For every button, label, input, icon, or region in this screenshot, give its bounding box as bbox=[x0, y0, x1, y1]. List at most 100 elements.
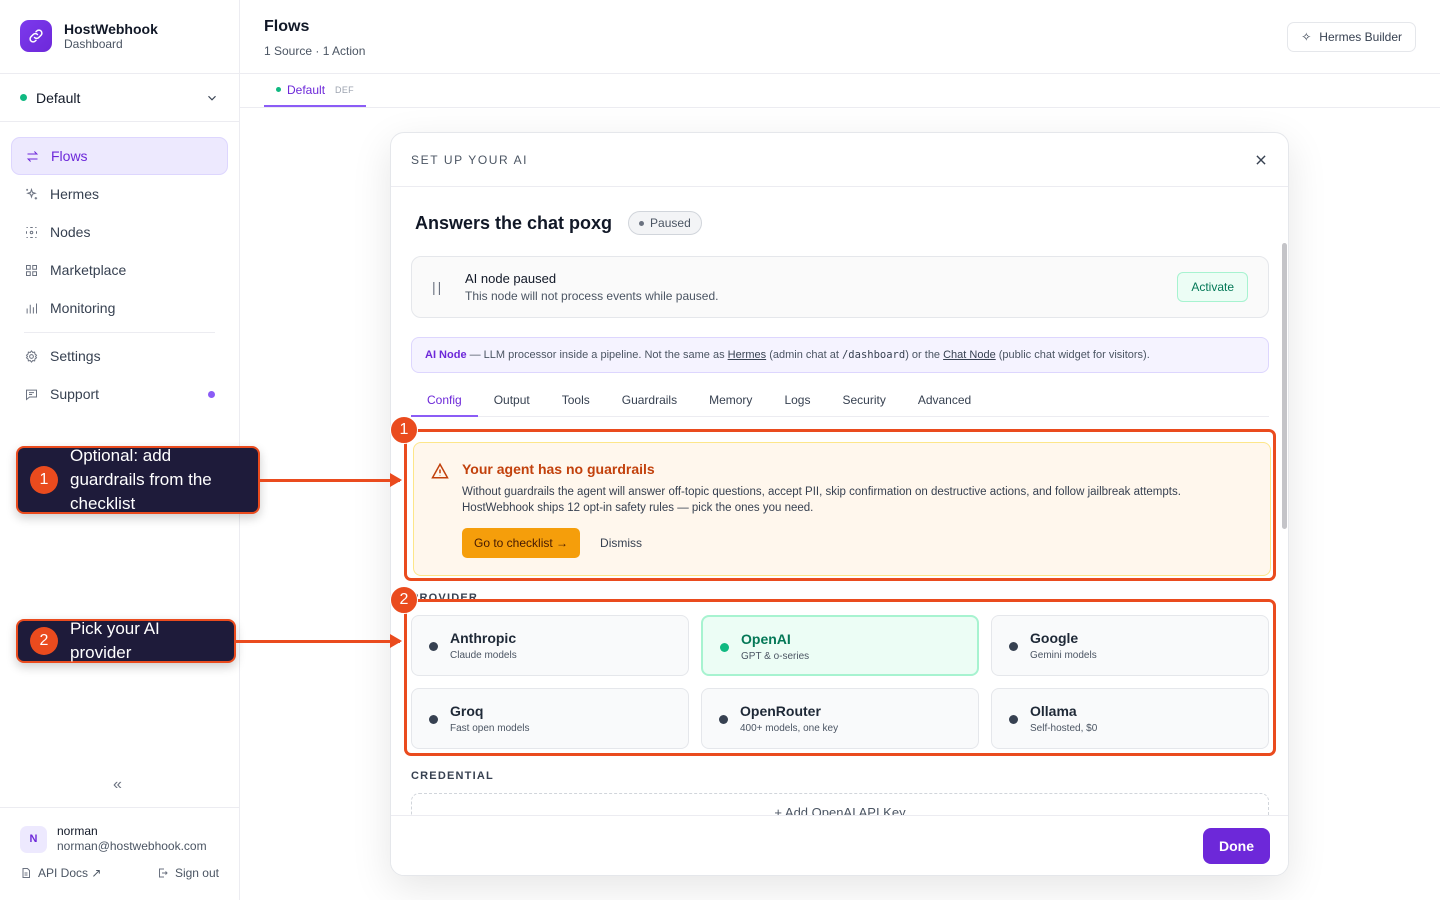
user-name: norman bbox=[57, 824, 98, 838]
info-lead: AI Node bbox=[425, 349, 467, 361]
tab-logs[interactable]: Logs bbox=[768, 385, 826, 417]
status-dot bbox=[639, 220, 645, 226]
flow-tab-badge: DEF bbox=[335, 84, 354, 95]
node-name: Answers the chat poxg bbox=[415, 212, 613, 233]
sidebar-item-label: Monitoring bbox=[50, 300, 116, 316]
paused-card: || AI node paused This node will not pro… bbox=[411, 256, 1269, 318]
sidebar-item-settings[interactable]: Settings bbox=[11, 337, 228, 375]
workspace-selector[interactable]: Default bbox=[0, 73, 239, 122]
arrow-to-guardrails bbox=[260, 473, 402, 487]
user-email: norman@hostwebhook.com bbox=[57, 839, 207, 853]
info-text: — LLM processor inside a pipeline. Not t… bbox=[466, 349, 728, 361]
nav-divider bbox=[24, 332, 215, 333]
sidebar-item-label: Nodes bbox=[50, 224, 91, 240]
flow-status-dot bbox=[276, 87, 281, 92]
modal-header: SET UP YOUR AI bbox=[391, 133, 1288, 187]
dashboard-path: /dashboard bbox=[841, 349, 906, 361]
paused-title: AI node paused bbox=[465, 271, 557, 286]
ai-node-info: AI Node — LLM processor inside a pipelin… bbox=[411, 337, 1269, 373]
avatar[interactable]: N bbox=[20, 825, 47, 853]
sidebar-item-label: Support bbox=[50, 386, 100, 402]
close-icon[interactable] bbox=[1254, 153, 1268, 167]
callout-text: Pick your AI provider bbox=[70, 619, 160, 662]
config-tabs: Config Output Tools Guardrails Memory Lo… bbox=[411, 385, 1269, 417]
sidebar-item-label: Settings bbox=[50, 348, 101, 364]
annotation-marker-2: 2 bbox=[390, 586, 418, 614]
hermes-builder-label: Hermes Builder bbox=[1319, 30, 1402, 44]
chevron-down-icon bbox=[208, 95, 216, 101]
highlight-box-2 bbox=[404, 599, 1276, 756]
callout-guardrails: 1 Optional: add guardrails from the chec… bbox=[16, 446, 260, 514]
flow-tab-label: Default bbox=[287, 82, 326, 97]
sparkles-icon bbox=[26, 187, 38, 199]
sidebar-item-label: Hermes bbox=[50, 186, 100, 202]
sign-out-label: Sign out bbox=[174, 866, 219, 880]
link-logo-icon bbox=[20, 20, 52, 52]
grid-icon bbox=[26, 264, 37, 276]
tab-advanced[interactable]: Advanced bbox=[902, 385, 987, 417]
paused-subtitle: This node will not process events while … bbox=[465, 289, 719, 303]
tab-config[interactable]: Config bbox=[411, 385, 478, 417]
arrows-swap-icon bbox=[26, 150, 39, 162]
brand-subtitle: Dashboard bbox=[64, 37, 123, 51]
add-api-key-button[interactable]: + Add OpenAI API Key bbox=[411, 793, 1269, 815]
sparkle-icon: ✧ bbox=[1301, 30, 1312, 44]
flow-tab-default[interactable]: Default DEF bbox=[264, 74, 366, 107]
page-title: Flows bbox=[264, 18, 310, 35]
sidebar-item-flows[interactable]: Flows bbox=[11, 137, 228, 175]
callout-provider: 2 Pick your AI provider bbox=[16, 619, 236, 663]
highlight-box-1 bbox=[404, 429, 1276, 581]
status-badge-label: Paused bbox=[650, 216, 691, 230]
hermes-builder-button[interactable]: ✧ Hermes Builder bbox=[1287, 22, 1416, 52]
info-text: ) or the bbox=[905, 349, 944, 361]
status-badge: Paused bbox=[628, 211, 702, 235]
logout-icon bbox=[158, 868, 168, 878]
api-docs-label: API Docs ↗ bbox=[38, 866, 102, 880]
brand[interactable]: HostWebhook Dashboard bbox=[20, 20, 158, 52]
tab-security[interactable]: Security bbox=[826, 385, 901, 417]
chat-node-link[interactable]: Chat Node bbox=[943, 349, 996, 361]
nodes-icon bbox=[26, 226, 37, 238]
flow-tabs-bar: Default DEF bbox=[240, 74, 1440, 108]
done-button[interactable]: Done bbox=[1203, 828, 1270, 864]
callout-number: 2 bbox=[30, 627, 58, 655]
tab-memory[interactable]: Memory bbox=[693, 385, 768, 417]
brand-title: HostWebhook bbox=[64, 21, 158, 37]
notification-dot bbox=[208, 390, 215, 398]
pause-icon: || bbox=[432, 279, 444, 295]
bar-chart-icon bbox=[26, 303, 37, 313]
page-header: Flows 1 Source · 1 Action ✧ Hermes Build… bbox=[240, 0, 1440, 74]
sidebar-item-label: Flows bbox=[51, 148, 88, 164]
workspace-status-dot bbox=[20, 94, 27, 101]
info-text: (admin chat at bbox=[766, 349, 842, 361]
modal-scrollbar[interactable] bbox=[1282, 243, 1287, 529]
hermes-link[interactable]: Hermes bbox=[728, 349, 767, 361]
info-text: (public chat widget for visitors). bbox=[995, 349, 1150, 361]
annotation-marker-1: 1 bbox=[390, 416, 418, 444]
tab-tools[interactable]: Tools bbox=[546, 385, 606, 417]
sidebar-item-nodes[interactable]: Nodes bbox=[11, 213, 228, 251]
activate-button[interactable]: Activate bbox=[1177, 272, 1248, 302]
callout-text: Optional: add guardrails from the checkl… bbox=[70, 446, 212, 513]
page-subtitle: 1 Source · 1 Action bbox=[264, 44, 366, 58]
document-icon bbox=[22, 868, 30, 878]
modal-footer: Done bbox=[391, 815, 1288, 875]
callout-number: 1 bbox=[30, 466, 58, 494]
tab-guardrails[interactable]: Guardrails bbox=[606, 385, 693, 417]
modal-title: SET UP YOUR AI bbox=[411, 152, 529, 167]
sign-out-button[interactable]: Sign out bbox=[157, 866, 219, 880]
workspace-name: Default bbox=[36, 89, 81, 106]
tab-output[interactable]: Output bbox=[478, 385, 546, 417]
sidebar-item-monitoring[interactable]: Monitoring bbox=[11, 289, 228, 327]
user-panel: N norman norman@hostwebhook.com API Docs… bbox=[0, 807, 239, 880]
sidebar-item-marketplace[interactable]: Marketplace bbox=[11, 251, 228, 289]
sidebar-item-support[interactable]: Support bbox=[11, 375, 228, 413]
collapse-sidebar-icon[interactable]: « bbox=[113, 776, 122, 794]
api-docs-link[interactable]: API Docs ↗ bbox=[20, 866, 101, 880]
gear-icon bbox=[25, 349, 38, 363]
sidebar-item-hermes[interactable]: Hermes bbox=[11, 175, 228, 213]
arrow-to-provider bbox=[236, 634, 402, 648]
sidebar-item-label: Marketplace bbox=[50, 262, 127, 278]
chat-icon bbox=[26, 389, 37, 401]
credential-label: CREDENTIAL bbox=[411, 770, 494, 782]
